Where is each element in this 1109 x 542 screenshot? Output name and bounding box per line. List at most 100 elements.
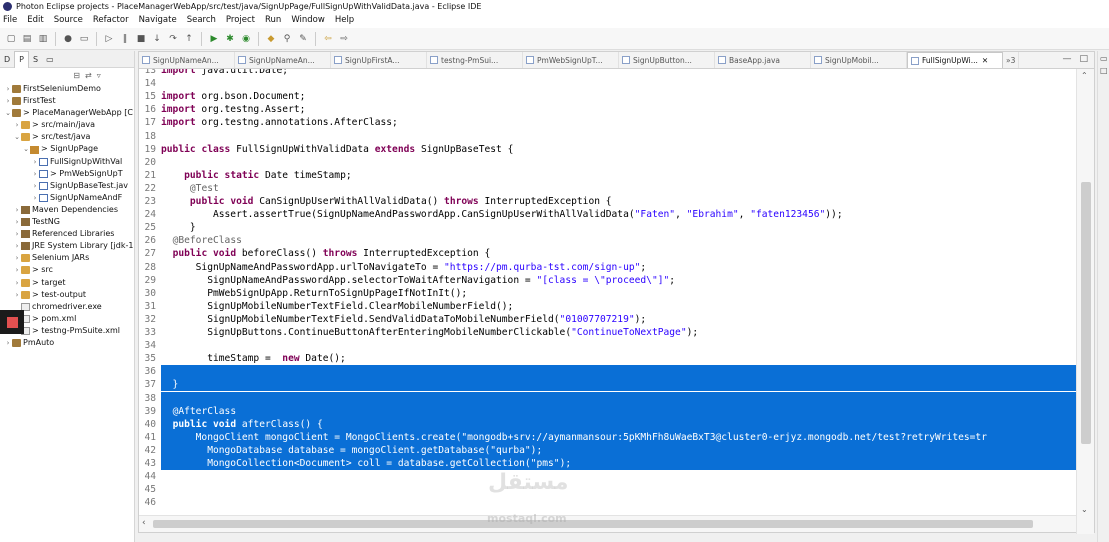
coverage-icon[interactable]: ◉ bbox=[239, 32, 253, 46]
vertical-scroll-thumb[interactable] bbox=[1081, 182, 1091, 444]
maximize-icon[interactable]: □ bbox=[1079, 54, 1088, 64]
chevron-right-icon[interactable]: › bbox=[4, 337, 12, 349]
chevron-right-icon[interactable]: › bbox=[4, 83, 12, 95]
code-line[interactable]: 15 import org.bson.Document; bbox=[139, 90, 1076, 103]
editor-tab[interactable]: PmWebSignUpT... bbox=[523, 52, 619, 68]
tree-item[interactable]: ⌄ > SignUpPage bbox=[0, 143, 134, 155]
scroll-left-icon[interactable]: ‹ bbox=[142, 518, 146, 528]
chevron-right-icon[interactable]: › bbox=[4, 95, 12, 107]
debug-icon[interactable]: ● bbox=[61, 32, 75, 46]
code-line[interactable]: 32 SignUpMobileNumberTextField.SendValid… bbox=[139, 313, 1076, 326]
code-line[interactable]: 22 @Test bbox=[139, 182, 1076, 195]
tree-item[interactable]: › > src bbox=[0, 264, 134, 276]
scroll-up-icon[interactable]: ⌃ bbox=[1081, 71, 1088, 80]
chevron-right-icon[interactable]: › bbox=[13, 119, 21, 131]
menu-edit[interactable]: Edit bbox=[27, 15, 43, 25]
tree-item[interactable]: › Maven Dependencies bbox=[0, 204, 134, 216]
code-line[interactable]: 26 @BeforeClass bbox=[139, 234, 1076, 247]
minimize-icon[interactable]: ▭ bbox=[1100, 54, 1108, 63]
run-icon[interactable]: ▶ bbox=[207, 32, 221, 46]
terminate-icon[interactable]: ■ bbox=[134, 32, 148, 46]
code-line[interactable]: 13 import java.util.Date; bbox=[139, 69, 1076, 77]
new-icon[interactable]: ▢ bbox=[4, 32, 18, 46]
menu-window[interactable]: Window bbox=[291, 15, 325, 25]
chevron-right-icon[interactable]: › bbox=[31, 192, 39, 204]
link-editor-icon[interactable]: ⇄ bbox=[85, 71, 92, 80]
tree-item[interactable]: › PmAuto bbox=[0, 337, 134, 349]
code-line[interactable]: 35 timeStamp = new Date(); bbox=[139, 352, 1076, 365]
chevron-right-icon[interactable]: › bbox=[31, 156, 39, 168]
debug-run-icon[interactable]: ✱ bbox=[223, 32, 237, 46]
menu-refactor[interactable]: Refactor bbox=[93, 15, 129, 25]
chevron-right-icon[interactable]: › bbox=[13, 289, 21, 301]
menu-file[interactable]: File bbox=[3, 15, 17, 25]
resume-icon[interactable]: ▷ bbox=[102, 32, 116, 46]
minimize-icon[interactable]: ▭ bbox=[42, 51, 58, 68]
code-line[interactable]: 25 } bbox=[139, 221, 1076, 234]
editor-tab[interactable]: SignUpButton... bbox=[619, 52, 715, 68]
tree-item[interactable]: › > src/main/java bbox=[0, 119, 134, 131]
tree-item[interactable]: ⌄ > PlaceManagerWebApp [C bbox=[0, 107, 134, 119]
chevron-right-icon[interactable]: › bbox=[13, 204, 21, 216]
editor-tab[interactable]: FullSignUpWi... ✕ bbox=[907, 52, 1003, 68]
code-line[interactable]: 17 import org.testng.annotations.AfterCla… bbox=[139, 116, 1076, 129]
chevron-down-icon[interactable]: ⌄ bbox=[4, 107, 12, 119]
view-menu-icon[interactable]: ▿ bbox=[97, 71, 101, 80]
tree-item[interactable]: › FirstSeleniumDemo bbox=[0, 83, 134, 95]
code-line[interactable]: 16 import org.testng.Assert; bbox=[139, 103, 1076, 116]
tree-item[interactable]: › FullSignUpWithVal bbox=[0, 156, 134, 168]
code-line[interactable]: 44 bbox=[139, 470, 1076, 483]
tree-item[interactable]: › > target bbox=[0, 277, 134, 289]
code-text-area[interactable]: 13 import java.util.Date; 14 15 import org.b… bbox=[139, 69, 1076, 517]
chevron-down-icon[interactable]: ⌄ bbox=[22, 143, 30, 155]
code-line[interactable]: 20 bbox=[139, 156, 1076, 169]
menu-search[interactable]: Search bbox=[187, 15, 216, 25]
open-type-icon[interactable]: ◆ bbox=[264, 32, 278, 46]
menu-source[interactable]: Source bbox=[54, 15, 83, 25]
chevron-right-icon[interactable]: › bbox=[13, 264, 21, 276]
code-line[interactable]: 33 SignUpButtons.ContinueButtonAfterEnte… bbox=[139, 326, 1076, 339]
forward-icon[interactable]: ⇨ bbox=[337, 32, 351, 46]
code-line[interactable]: 34 bbox=[139, 339, 1076, 352]
code-line[interactable]: 29 SignUpNameAndPasswordApp.selectorToWa… bbox=[139, 274, 1076, 287]
horizontal-scrollbar[interactable]: ‹ bbox=[139, 515, 1076, 532]
code-line[interactable]: 46 bbox=[139, 496, 1076, 509]
more-tabs-button[interactable]: »3 bbox=[1003, 52, 1020, 68]
chevron-right-icon[interactable]: › bbox=[13, 216, 21, 228]
tab-package-explorer[interactable]: P bbox=[14, 51, 29, 68]
chevron-right-icon[interactable]: › bbox=[13, 228, 21, 240]
code-line[interactable]: 31 SignUpMobileNumberTextField.ClearMobi… bbox=[139, 300, 1076, 313]
code-line[interactable]: 27 public void beforeClass() throws Inte… bbox=[139, 247, 1076, 260]
tree-item[interactable]: › Referenced Libraries bbox=[0, 228, 134, 240]
code-line[interactable]: 38 bbox=[139, 392, 1076, 405]
tree-item[interactable]: › SignUpBaseTest.jav bbox=[0, 180, 134, 192]
code-line[interactable]: 30 PmWebSignUpApp.ReturnToSignUpPageIfNo… bbox=[139, 287, 1076, 300]
tree-item[interactable]: › FirstTest bbox=[0, 95, 134, 107]
minimize-icon[interactable]: — bbox=[1062, 54, 1071, 64]
editor-tab[interactable]: SignUpNameAn... bbox=[139, 52, 235, 68]
code-line[interactable]: 45 bbox=[139, 483, 1076, 496]
back-icon[interactable]: ⇦ bbox=[321, 32, 335, 46]
code-line[interactable]: 40 public void afterClass() { bbox=[139, 418, 1076, 431]
editor-tab[interactable]: SignUpMobil... bbox=[811, 52, 907, 68]
horizontal-scroll-thumb[interactable] bbox=[153, 520, 1033, 528]
code-line[interactable]: 43 MongoCollection<Document> coll = data… bbox=[139, 457, 1076, 470]
editor-tab[interactable]: BaseApp.java bbox=[715, 52, 811, 68]
tab-servers[interactable]: S bbox=[29, 51, 42, 68]
code-line[interactable]: 18 bbox=[139, 130, 1076, 143]
chevron-right-icon[interactable]: › bbox=[31, 168, 39, 180]
record-button[interactable] bbox=[0, 310, 24, 334]
tab-debug[interactable]: D bbox=[0, 51, 14, 68]
tree-item[interactable]: › SignUpNameAndF bbox=[0, 192, 134, 204]
close-tab-icon[interactable]: ✕ bbox=[982, 56, 988, 65]
chevron-right-icon[interactable]: › bbox=[31, 180, 39, 192]
tree-item[interactable]: ⌄ > src/test/java bbox=[0, 131, 134, 143]
annotation-icon[interactable]: ✎ bbox=[296, 32, 310, 46]
save-all-icon[interactable]: ▥ bbox=[36, 32, 50, 46]
save-icon[interactable]: ▤ bbox=[20, 32, 34, 46]
step-over-icon[interactable]: ↷ bbox=[166, 32, 180, 46]
collapse-all-icon[interactable]: ⊟ bbox=[73, 71, 80, 80]
scroll-down-icon[interactable]: ⌄ bbox=[1081, 505, 1088, 514]
chevron-down-icon[interactable]: ⌄ bbox=[13, 131, 21, 143]
code-line[interactable]: 19 public class FullSignUpWithValidData e… bbox=[139, 143, 1076, 156]
